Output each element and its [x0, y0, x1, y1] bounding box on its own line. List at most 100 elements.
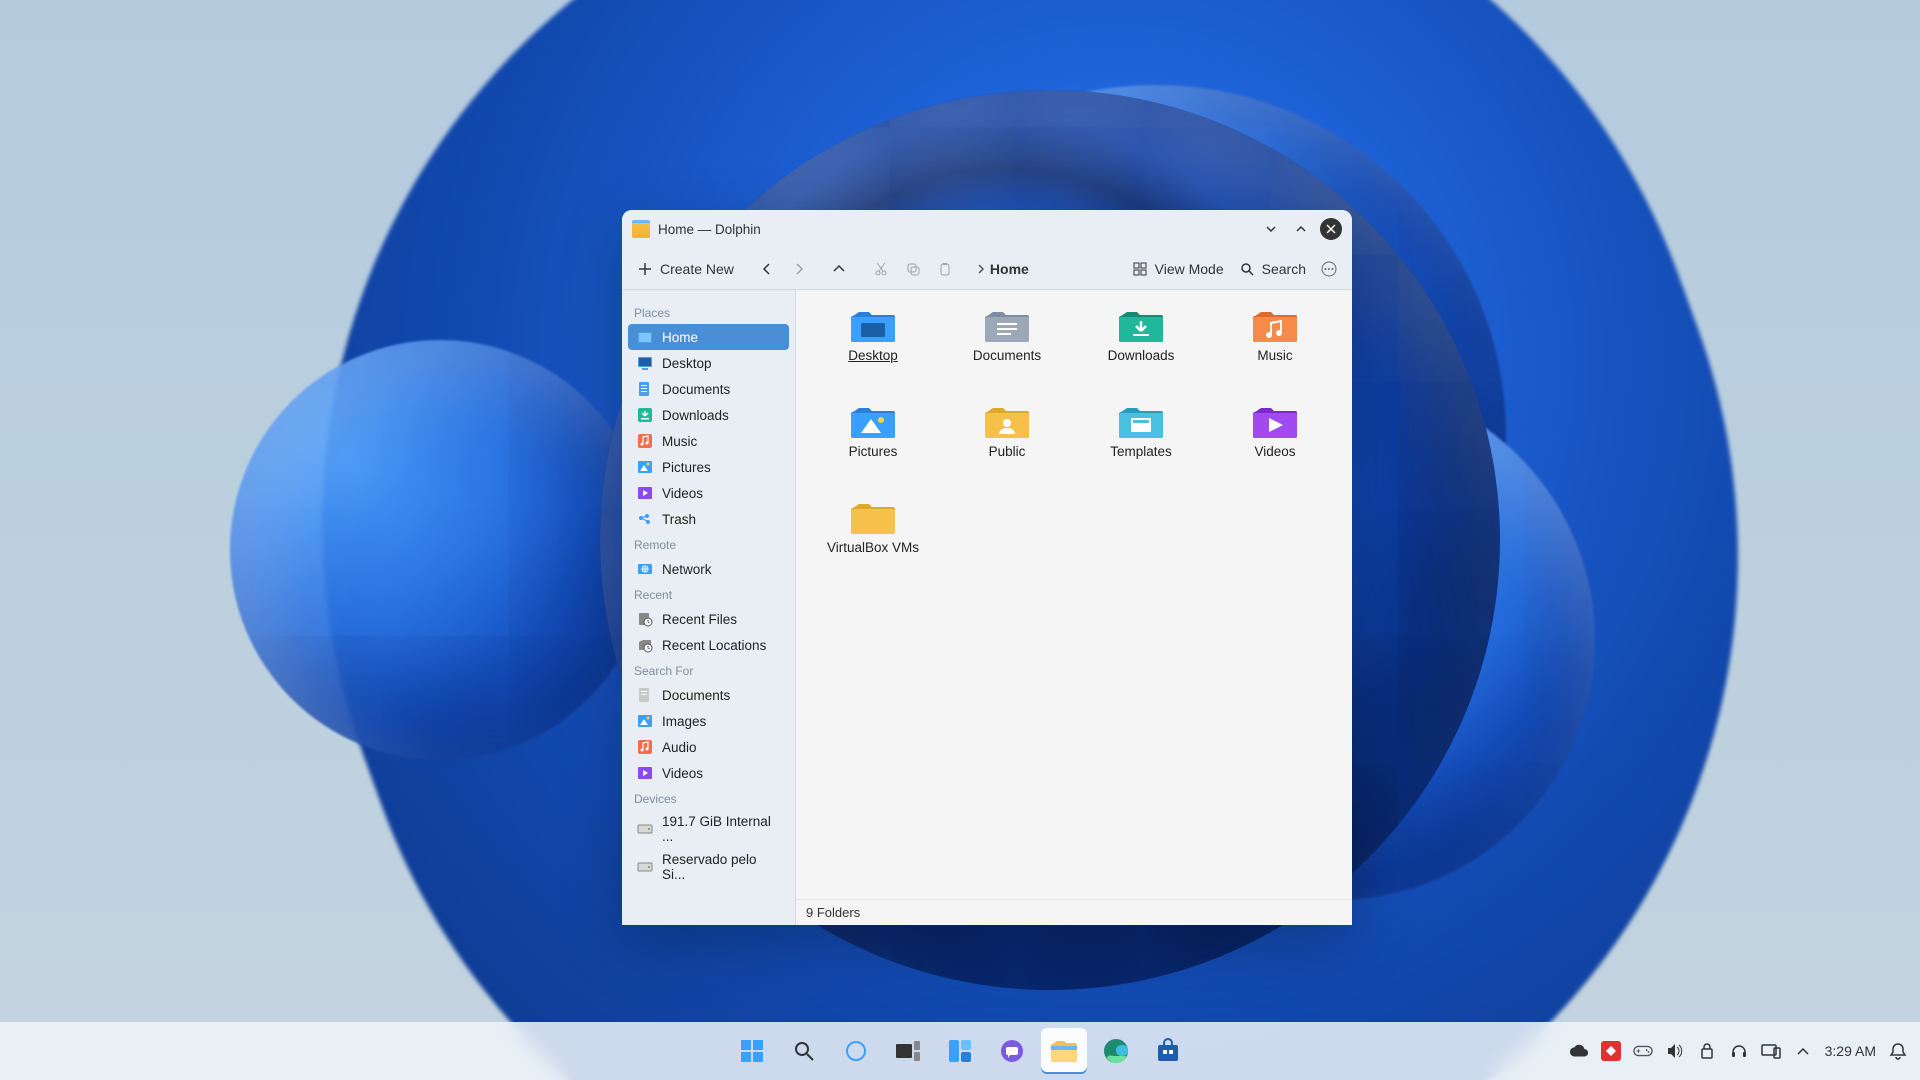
sidebar-item-documents[interactable]: Documents: [628, 376, 789, 402]
paste-button[interactable]: [934, 256, 956, 282]
search-icon: [792, 1039, 816, 1063]
templates-folder-icon: [1117, 404, 1165, 440]
taskbar-taskview-button[interactable]: [885, 1028, 931, 1074]
cut-button[interactable]: [870, 256, 892, 282]
file-item-pictures[interactable]: Pictures: [813, 402, 933, 494]
sidebar-item-label: Videos: [662, 486, 703, 501]
sidebar-item-label: Music: [662, 434, 697, 449]
forward-button[interactable]: [788, 256, 810, 282]
desktop-folder-icon: [849, 308, 897, 344]
music-icon: [636, 432, 654, 450]
tray-time[interactable]: 3:29 AM: [1825, 1043, 1876, 1059]
view-mode-button[interactable]: View Mode: [1129, 256, 1226, 282]
breadcrumb-sep-icon: [976, 263, 986, 275]
sidebar-item-label: Images: [662, 714, 706, 729]
paste-icon: [936, 260, 954, 278]
file-item-public[interactable]: Public: [947, 402, 1067, 494]
minimize-button[interactable]: [1260, 218, 1282, 240]
up-button[interactable]: [828, 256, 850, 282]
sidebar-section-recent: Recent: [628, 582, 789, 606]
taskbar-chat-button[interactable]: [989, 1028, 1035, 1074]
sidebar-item-recent-files[interactable]: Recent Files: [628, 606, 789, 632]
menu-button[interactable]: [1318, 256, 1340, 282]
chevron-up-icon: [830, 260, 848, 278]
notifications-icon[interactable]: [1888, 1041, 1908, 1061]
taskbar-center: [729, 1028, 1191, 1074]
lock-icon[interactable]: [1697, 1041, 1717, 1061]
store-icon: [1155, 1038, 1181, 1064]
close-button[interactable]: [1320, 218, 1342, 240]
sidebar-item-label: Pictures: [662, 460, 711, 475]
search-icon: [1238, 260, 1256, 278]
desktop-icon: [636, 354, 654, 372]
sidebar-item-label: Documents: [662, 382, 730, 397]
sidebar-item-desktop[interactable]: Desktop: [628, 350, 789, 376]
file-item-templates[interactable]: Templates: [1081, 402, 1201, 494]
file-item-downloads[interactable]: Downloads: [1081, 306, 1201, 398]
taskbar: 3:29 AM: [0, 1022, 1920, 1080]
device-icon[interactable]: [1761, 1041, 1781, 1061]
sidebar-item-label: Recent Locations: [662, 638, 766, 653]
sidebar-item-documents[interactable]: Documents: [628, 682, 789, 708]
file-item-documents[interactable]: Documents: [947, 306, 1067, 398]
copy-button[interactable]: [902, 256, 924, 282]
file-item-desktop[interactable]: Desktop: [813, 306, 933, 398]
sidebar-item-network[interactable]: Network: [628, 556, 789, 582]
anydesk-icon[interactable]: [1601, 1041, 1621, 1061]
sidebar-item-recent-locations[interactable]: Recent Locations: [628, 632, 789, 658]
sidebar-item-music[interactable]: Music: [628, 428, 789, 454]
create-new-button[interactable]: Create New: [634, 256, 736, 282]
sidebar[interactable]: Places Home Desktop Documents Downloads Music…: [622, 290, 796, 925]
sidebar-item-label: Recent Files: [662, 612, 737, 627]
taskbar-cortana-button[interactable]: [833, 1028, 879, 1074]
sidebar-item-label: Videos: [662, 766, 703, 781]
sidebar-item-images[interactable]: Images: [628, 708, 789, 734]
sidebar-item-label: 191.7 GiB Internal ...: [662, 814, 781, 844]
videos-icon: [636, 764, 654, 782]
file-label: Public: [989, 444, 1026, 459]
titlebar[interactable]: Home — Dolphin: [622, 210, 1352, 248]
file-item-music[interactable]: Music: [1215, 306, 1335, 398]
volume-icon[interactable]: [1665, 1041, 1685, 1061]
taskbar-store-button[interactable]: [1145, 1028, 1191, 1074]
cloud-icon[interactable]: [1569, 1041, 1589, 1061]
taskbar-start-button[interactable]: [729, 1028, 775, 1074]
sidebar-item-label: Trash: [662, 512, 696, 527]
sidebar-item-home[interactable]: Home: [628, 324, 789, 350]
taskbar-search-button[interactable]: [781, 1028, 827, 1074]
videos-icon: [636, 484, 654, 502]
videos-folder-icon: [1251, 404, 1299, 440]
sidebar-item-pictures[interactable]: Pictures: [628, 454, 789, 480]
statusbar-text: 9 Folders: [806, 905, 860, 920]
headset-icon[interactable]: [1729, 1041, 1749, 1061]
chevron-up-icon[interactable]: [1793, 1041, 1813, 1061]
sidebar-item-videos[interactable]: Videos: [628, 480, 789, 506]
maximize-button[interactable]: [1290, 218, 1312, 240]
taskbar-edge-button[interactable]: [1093, 1028, 1139, 1074]
sidebar-section-devices: Devices: [628, 786, 789, 810]
sidebar-item-audio[interactable]: Audio: [628, 734, 789, 760]
sidebar-item-reservado-pelo-si-[interactable]: Reservado pelo Si...: [628, 848, 789, 886]
file-item-videos[interactable]: Videos: [1215, 402, 1335, 494]
documents-folder-icon: [983, 308, 1031, 344]
taskbar-widgets-button[interactable]: [937, 1028, 983, 1074]
icon-view[interactable]: DesktopDocumentsDownloadsMusic Pictures Pu…: [796, 290, 1352, 899]
sidebar-item-label: Network: [662, 562, 712, 577]
grid-icon: [1131, 260, 1149, 278]
sidebar-section-places: Places: [628, 300, 789, 324]
search-button[interactable]: Search: [1236, 256, 1308, 282]
sidebar-item-191-7-gib-internal-[interactable]: 191.7 GiB Internal ...: [628, 810, 789, 848]
downloads-icon: [636, 406, 654, 424]
sidebar-section-remote: Remote: [628, 532, 789, 556]
back-button[interactable]: [756, 256, 778, 282]
breadcrumb[interactable]: Home: [976, 261, 1029, 277]
sidebar-item-downloads[interactable]: Downloads: [628, 402, 789, 428]
sidebar-item-videos[interactable]: Videos: [628, 760, 789, 786]
file-item-virtualbox-vms[interactable]: VirtualBox VMs: [813, 498, 933, 590]
sidebar-item-trash[interactable]: Trash: [628, 506, 789, 532]
taskbar-explorer-button[interactable]: [1041, 1028, 1087, 1074]
sidebar-item-label: Home: [662, 330, 698, 345]
gamepad-icon[interactable]: [1633, 1041, 1653, 1061]
create-new-label: Create New: [660, 261, 734, 277]
folder-app-icon: [632, 220, 650, 238]
